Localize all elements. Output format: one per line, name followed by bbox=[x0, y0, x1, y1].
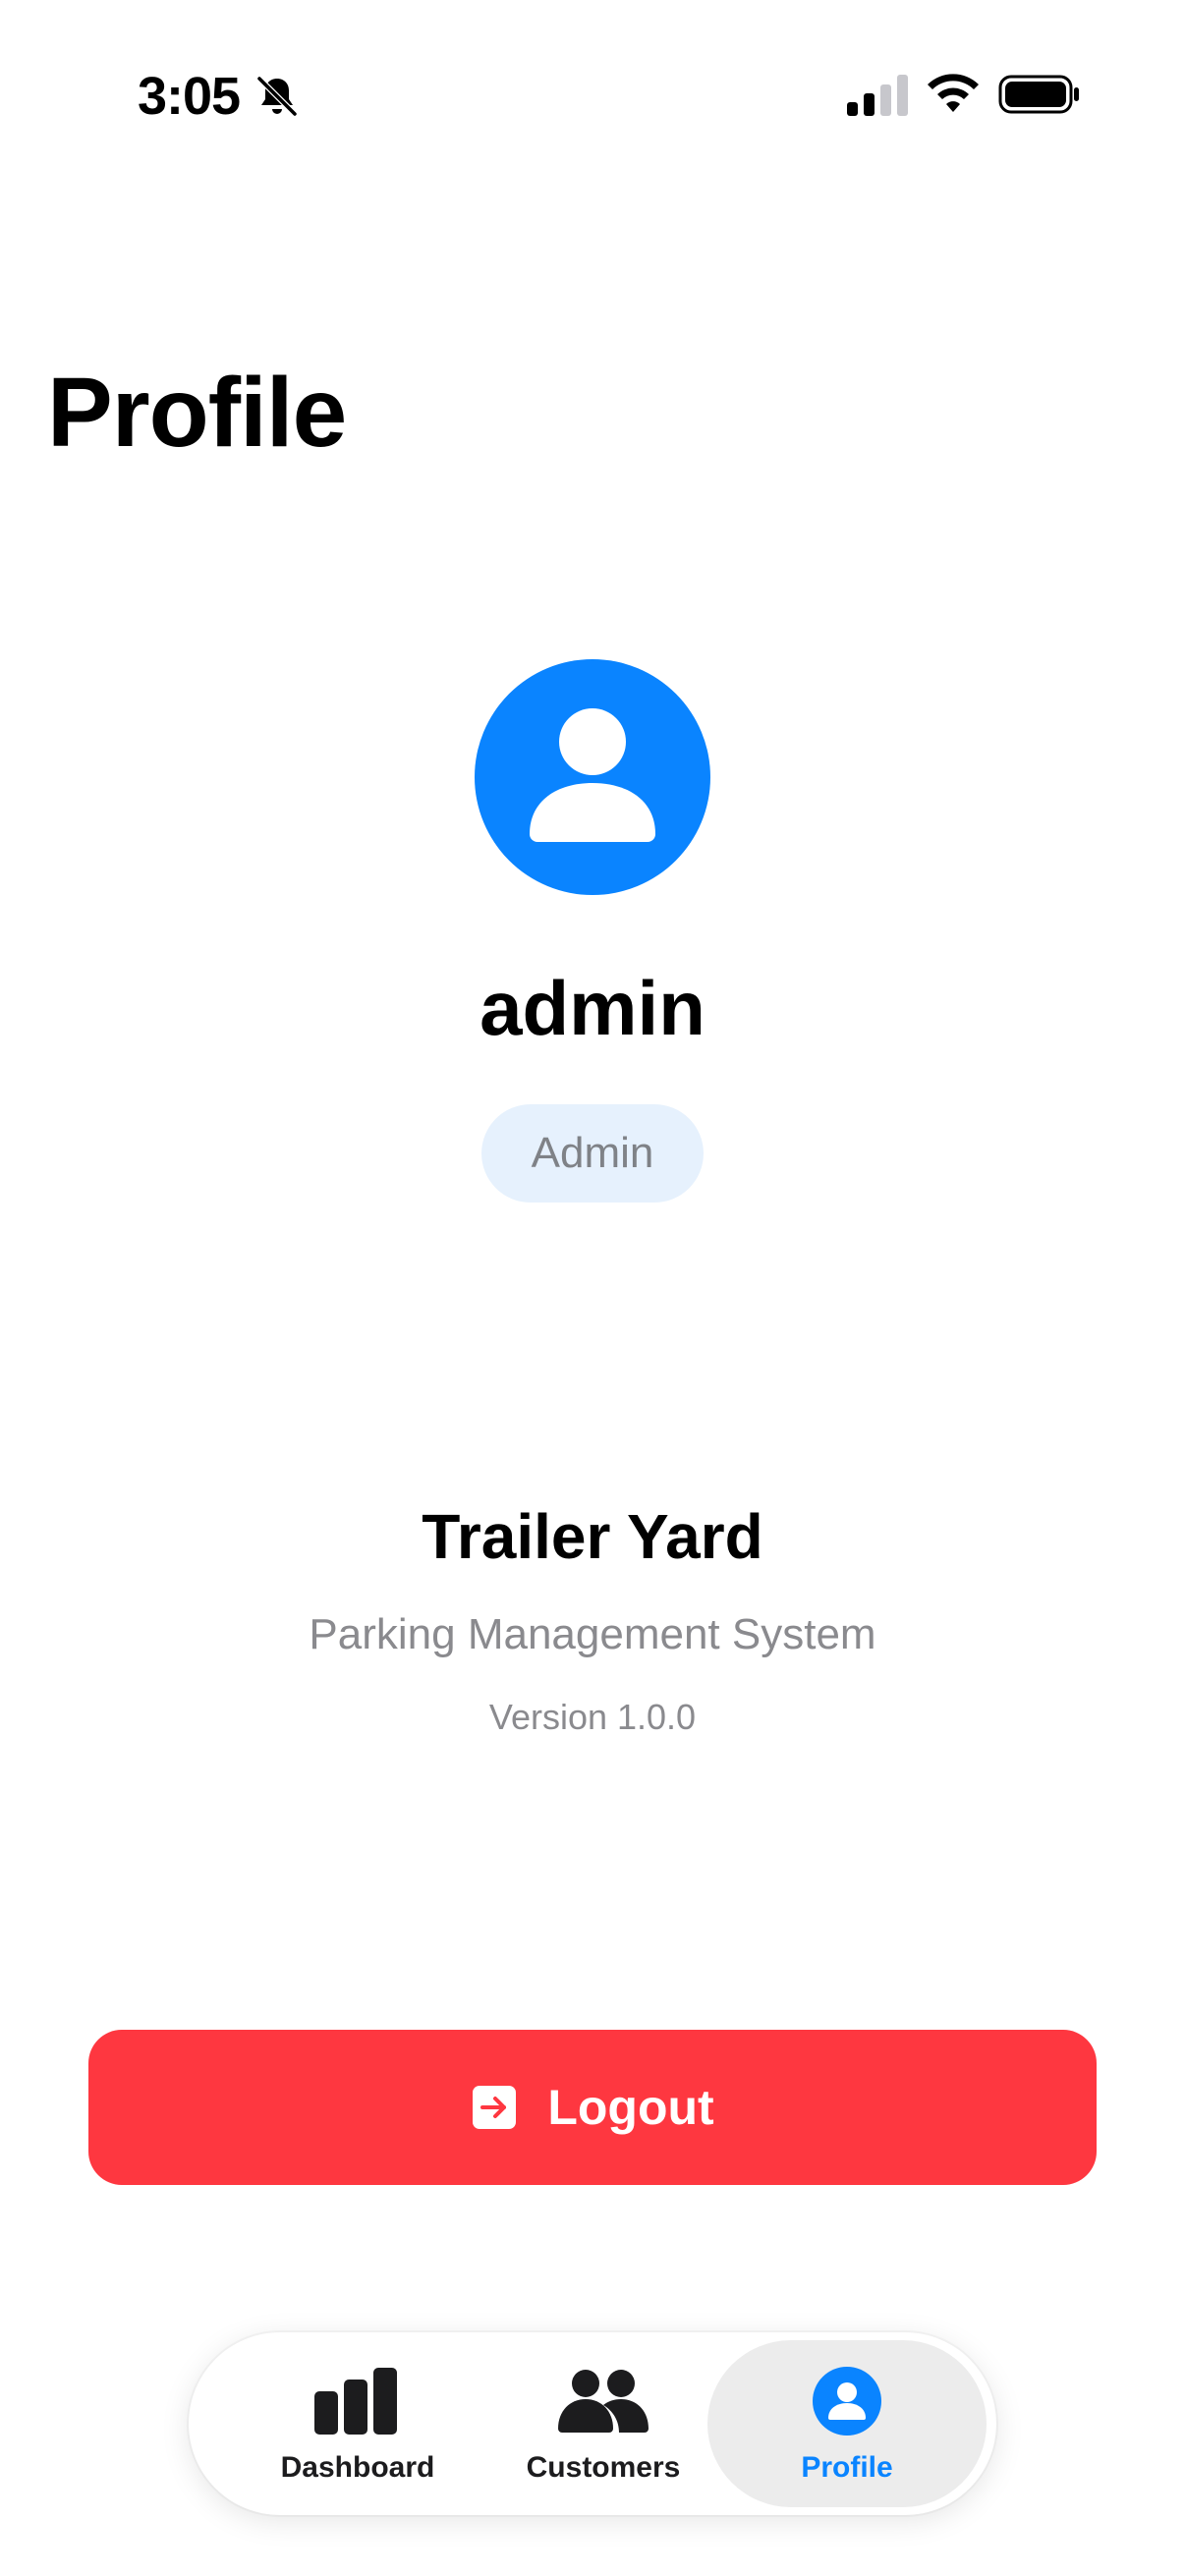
battery-icon bbox=[998, 75, 1079, 114]
tab-label-dashboard: Dashboard bbox=[280, 2451, 435, 2484]
person-circle-icon bbox=[813, 2367, 881, 2436]
avatar bbox=[475, 659, 710, 895]
tab-label-customers: Customers bbox=[526, 2451, 681, 2484]
signal-icon bbox=[847, 75, 908, 116]
page-title: Profile bbox=[47, 358, 347, 468]
tab-label-profile: Profile bbox=[801, 2451, 893, 2484]
logout-button[interactable]: Logout bbox=[88, 2030, 1097, 2185]
app-subtitle: Parking Management System bbox=[309, 1610, 876, 1658]
username: admin bbox=[480, 965, 705, 1051]
tab-bar: Dashboard Customers Profile bbox=[189, 2332, 996, 2515]
bell-slash-icon bbox=[256, 76, 298, 117]
app-version: Version 1.0.0 bbox=[488, 1697, 697, 1737]
app-name: Trailer Yard bbox=[422, 1501, 763, 1572]
wifi-icon bbox=[928, 74, 979, 112]
tab-profile[interactable]: Profile bbox=[707, 2340, 987, 2507]
person-icon bbox=[530, 708, 655, 842]
role-badge: Admin bbox=[481, 1104, 704, 1203]
tab-dashboard[interactable]: Dashboard bbox=[238, 2340, 478, 2507]
logout-label: Logout bbox=[547, 2080, 714, 2135]
logout-icon bbox=[473, 2086, 517, 2129]
status-time: 3:05 bbox=[138, 67, 241, 126]
people-icon bbox=[558, 2370, 649, 2433]
bar-chart-icon bbox=[314, 2368, 397, 2435]
tab-customers[interactable]: Customers bbox=[485, 2340, 721, 2507]
status-bar: 3:05 bbox=[0, 0, 1185, 196]
